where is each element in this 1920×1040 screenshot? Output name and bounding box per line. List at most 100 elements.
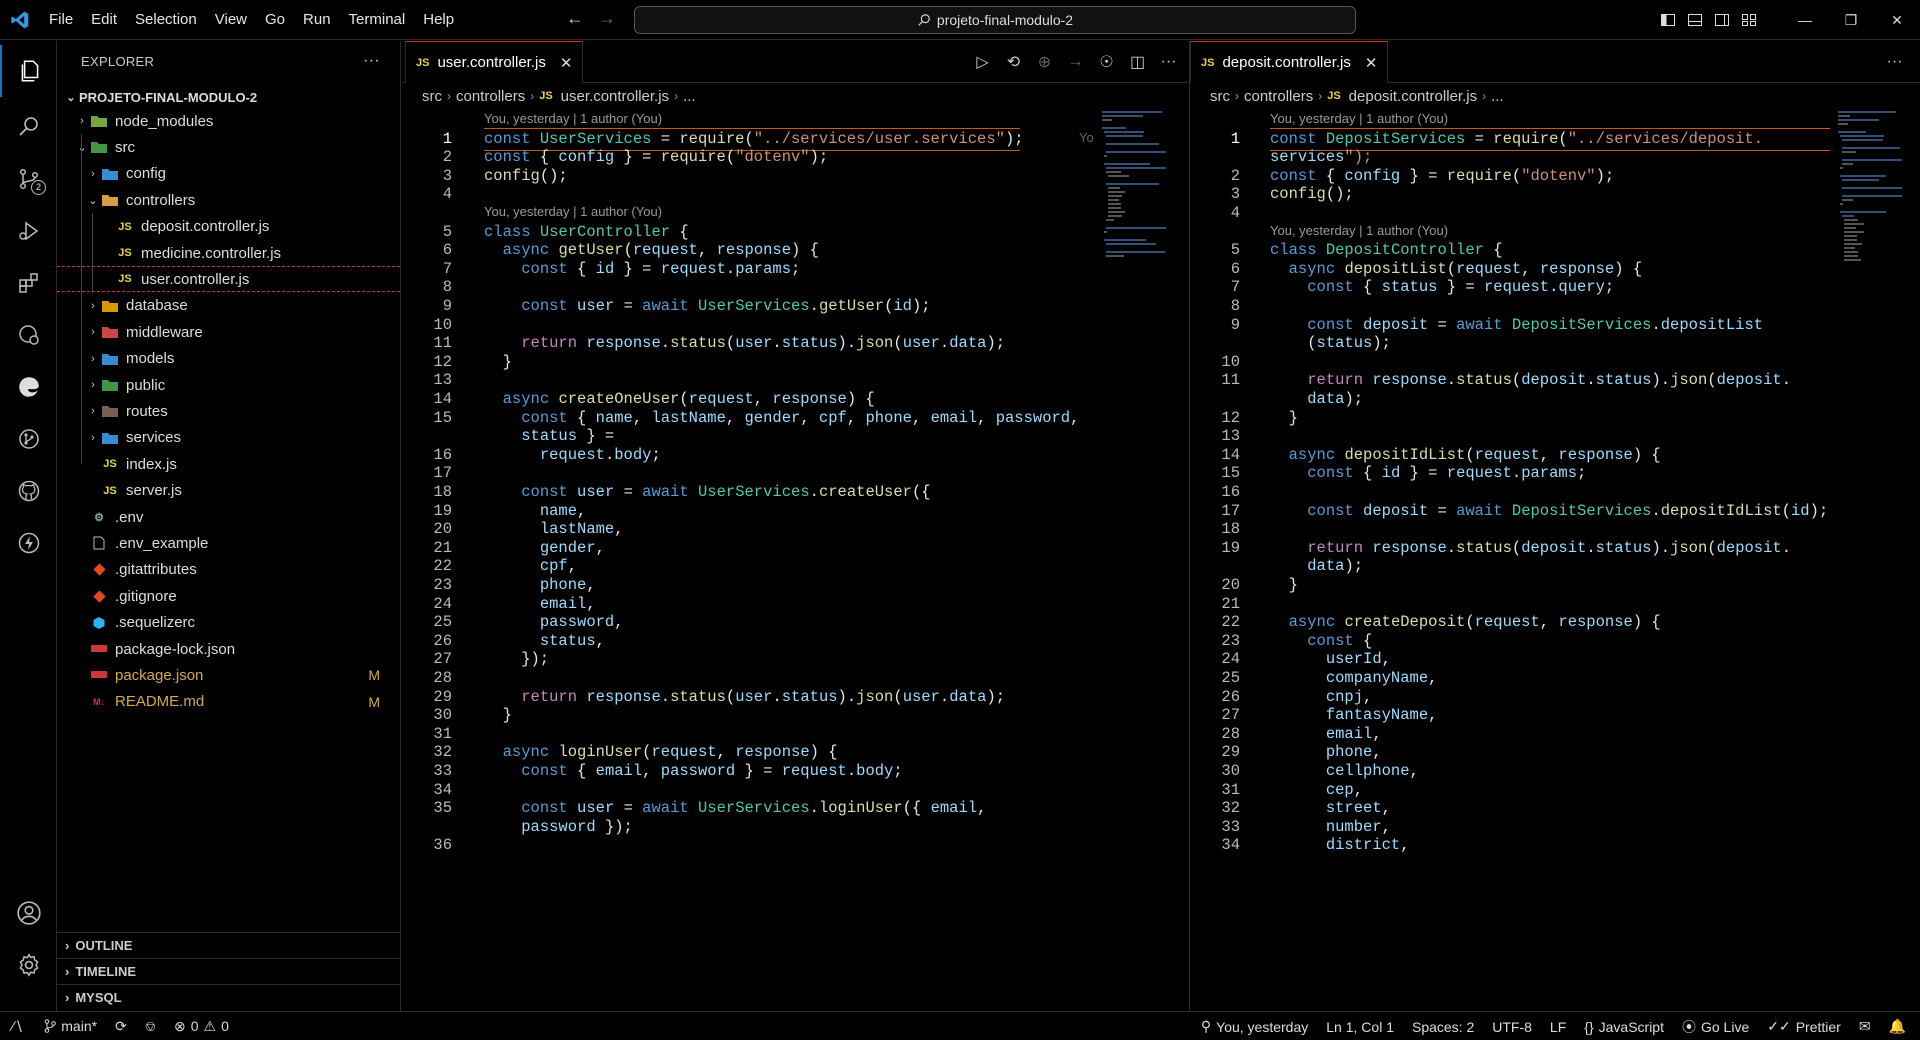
timeline-section[interactable]: › TIMELINE <box>57 958 400 984</box>
tree-item[interactable]: › public <box>57 372 400 398</box>
tree-item[interactable]: JS index.js <box>57 451 400 477</box>
tree-item[interactable]: ⚙ .env <box>57 504 400 530</box>
tab-deposit-controller[interactable]: JS deposit.controller.js ✕ <box>1190 41 1389 83</box>
source-control-icon[interactable]: 2 <box>0 153 57 205</box>
tree-item[interactable]: .env_example <box>57 530 400 556</box>
breadcrumb-item[interactable]: ... <box>683 88 696 105</box>
toggle-panel-icon[interactable] <box>1681 0 1708 40</box>
go-forward-icon[interactable]: → <box>598 8 616 29</box>
breadcrumb-item[interactable]: src <box>1210 88 1230 105</box>
notifications-bell-icon[interactable]: 🔔 <box>1880 1012 1920 1040</box>
accounts-icon[interactable] <box>0 887 57 939</box>
previous-change-icon[interactable]: ⊕ <box>1029 52 1060 72</box>
branch-status[interactable]: main* <box>35 1012 106 1040</box>
tree-item[interactable]: › config <box>57 161 400 187</box>
language-mode[interactable]: {} JavaScript <box>1575 1012 1673 1040</box>
tree-item[interactable]: › middleware <box>57 319 400 345</box>
tree-item[interactable]: › models <box>57 346 400 372</box>
github-icon[interactable] <box>0 465 57 517</box>
close-window-button[interactable]: ✕ <box>1874 0 1920 40</box>
breadcrumb-item[interactable]: user.controller.js <box>561 88 669 105</box>
tree-item[interactable]: JS user.controller.js <box>57 266 400 293</box>
mysql-section[interactable]: › MYSQL <box>57 984 400 1010</box>
close-icon[interactable]: ✕ <box>1365 54 1378 72</box>
git-graph-icon[interactable] <box>0 413 57 465</box>
menu-edit[interactable]: Edit <box>82 0 126 40</box>
open-changes-icon[interactable]: ⟲ <box>998 52 1029 72</box>
extensions-icon[interactable] <box>0 257 57 309</box>
tree-item[interactable]: ⌄ src <box>57 134 400 160</box>
code-editor-left[interactable]: You, yesterday | 1 author (You) 1 const Us… <box>402 109 1188 1011</box>
run-file-icon[interactable]: ▷ <box>967 52 998 72</box>
thunder-client-icon[interactable] <box>0 517 57 569</box>
codelens-blame[interactable]: You, yesterday | 1 author (You) <box>1270 109 1448 129</box>
minimap-right[interactable] <box>1838 109 1908 389</box>
feedback-icon[interactable]: ✉ <box>1850 1012 1880 1040</box>
vscode-logo-icon[interactable] <box>0 0 40 40</box>
tree-item[interactable]: JS medicine.controller.js <box>57 240 400 266</box>
toggle-secondary-sidebar-icon[interactable] <box>1708 0 1735 40</box>
git-lens-icon[interactable]: ☉ <box>1091 52 1122 72</box>
remote-explorer-icon[interactable] <box>0 309 57 361</box>
tree-item[interactable]: package-lock.json <box>57 636 400 662</box>
menu-selection[interactable]: Selection <box>126 0 206 40</box>
minimize-button[interactable]: — <box>1782 0 1828 40</box>
breadcrumb-item[interactable]: ... <box>1491 88 1504 105</box>
codelens-blame[interactable]: You, yesterday | 1 author (You) <box>484 109 662 129</box>
tree-item[interactable]: .gitattributes <box>57 557 400 583</box>
toggle-primary-sidebar-icon[interactable] <box>1654 0 1681 40</box>
explorer-icon[interactable] <box>0 45 57 97</box>
explorer-more-button[interactable]: ··· <box>363 52 380 70</box>
breadcrumb-item[interactable]: src <box>422 88 442 105</box>
tree-item[interactable]: .gitignore <box>57 583 400 609</box>
codelens-blame[interactable]: You, yesterday | 1 author (You) <box>1270 221 1448 241</box>
menu-terminal[interactable]: Terminal <box>340 0 415 40</box>
tree-item[interactable]: › database <box>57 293 400 319</box>
remote-indicator-icon[interactable]: ∕∖ <box>0 1012 35 1040</box>
go-back-icon[interactable]: ← <box>566 8 584 29</box>
menu-help[interactable]: Help <box>414 0 463 40</box>
more-actions-icon[interactable]: ··· <box>1879 53 1910 71</box>
manage-gear-icon[interactable] <box>0 939 57 991</box>
next-change-icon[interactable]: → <box>1060 53 1091 71</box>
customize-layout-icon[interactable] <box>1735 0 1762 40</box>
blame-status[interactable]: ⚲ You, yesterday <box>1192 1012 1317 1040</box>
minimap-left[interactable] <box>1102 109 1172 309</box>
run-debug-icon[interactable] <box>0 205 57 257</box>
tree-item[interactable]: JS server.js <box>57 478 400 504</box>
tree-item[interactable]: ⌄ controllers <box>57 187 400 213</box>
codelens-blame[interactable]: You, yesterday | 1 author (You) <box>484 202 662 222</box>
sync-icon[interactable]: ⟳ <box>106 1012 136 1040</box>
menu-file[interactable]: File <box>40 0 82 40</box>
command-center-search[interactable]: projeto-final-modulo-2 <box>634 6 1356 34</box>
encoding[interactable]: UTF-8 <box>1483 1012 1541 1040</box>
tree-item[interactable]: › services <box>57 425 400 451</box>
tree-item[interactable]: M↓ README.md M <box>57 689 400 715</box>
outline-section[interactable]: › OUTLINE <box>57 932 400 958</box>
git-graph-status-icon[interactable]: ⎊ <box>136 1012 165 1040</box>
tree-item[interactable]: package.json M <box>57 662 400 688</box>
tab-user-controller[interactable]: JS user.controller.js ✕ <box>405 41 584 83</box>
menu-go[interactable]: Go <box>256 0 294 40</box>
end-of-line[interactable]: LF <box>1541 1012 1575 1040</box>
explorer-root-folder[interactable]: ⌄ PROJETO-FINAL-MODULO-2 <box>57 84 400 110</box>
more-actions-icon[interactable]: ··· <box>1153 53 1184 71</box>
tree-item[interactable]: .sequelizerc <box>57 610 400 636</box>
problems-status[interactable]: ⊗ 0 ⚠ 0 <box>165 1012 238 1040</box>
close-icon[interactable]: ✕ <box>560 54 573 72</box>
tree-item[interactable]: › node_modules <box>57 108 400 134</box>
prettier-status[interactable]: ✓✓ Prettier <box>1758 1012 1850 1040</box>
cursor-position[interactable]: Ln 1, Col 1 <box>1317 1012 1403 1040</box>
go-live-button[interactable]: ⦿ Go Live <box>1673 1012 1758 1040</box>
edge-devtools-icon[interactable] <box>0 361 57 413</box>
breadcrumb-item[interactable]: controllers <box>456 88 525 105</box>
search-icon[interactable] <box>0 101 57 153</box>
menu-run[interactable]: Run <box>294 0 340 40</box>
breadcrumb-item[interactable]: deposit.controller.js <box>1349 88 1477 105</box>
code-editor-right[interactable]: You, yesterday | 1 author (You) 1 const De… <box>1190 109 1920 1011</box>
tree-item[interactable]: JS deposit.controller.js <box>57 214 400 240</box>
menu-view[interactable]: View <box>206 0 256 40</box>
restore-button[interactable]: ❐ <box>1828 0 1874 40</box>
breadcrumb-item[interactable]: controllers <box>1244 88 1313 105</box>
indentation[interactable]: Spaces: 2 <box>1403 1012 1483 1040</box>
